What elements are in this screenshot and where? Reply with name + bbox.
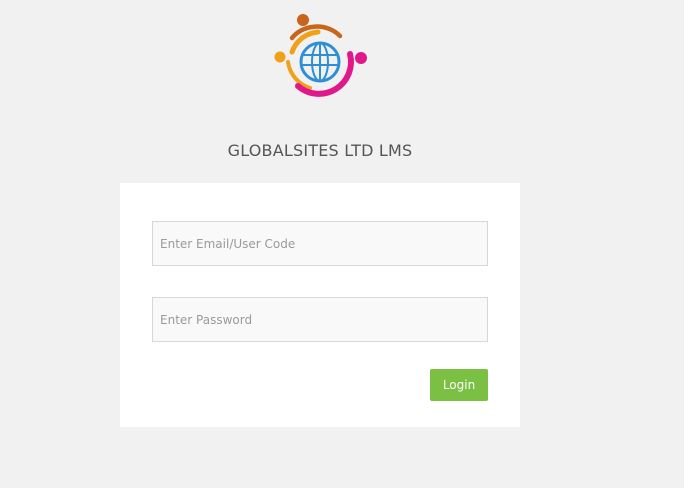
email-field[interactable] [152, 221, 488, 266]
page-title: GLOBALSITES LTD LMS [227, 141, 413, 160]
password-field[interactable] [152, 297, 488, 342]
globe-people-logo-icon [270, 10, 370, 98]
login-card: Login [120, 183, 520, 427]
login-button[interactable]: Login [430, 369, 488, 401]
